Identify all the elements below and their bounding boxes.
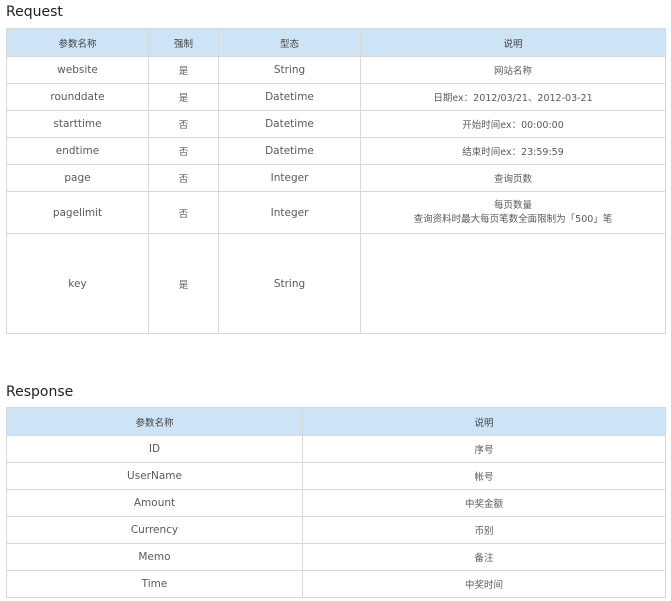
param-name-cell: endtime	[6, 137, 149, 165]
description-cell: 每页数量 查询资料时最大每页笔数全面限制为「500」笔	[360, 191, 666, 234]
description-cell: 结束时间ex：23:59:59	[360, 137, 666, 165]
table-row: starttime 否 Datetime 开始时间ex：00:00:00	[6, 110, 666, 138]
table-row: Memo 备注	[6, 543, 666, 571]
header-description: 说明	[302, 407, 666, 436]
header-param-name: 参数名称	[6, 407, 303, 436]
description-cell: 备注	[302, 543, 666, 571]
table-row: Currency 币别	[6, 516, 666, 544]
param-name-cell: pagelimit	[6, 191, 149, 234]
param-name-cell: rounddate	[6, 83, 149, 111]
required-cell: 否	[148, 110, 219, 138]
description-cell: 帐号	[302, 462, 666, 490]
field-name-cell: UserName	[6, 462, 303, 490]
description-cell: 网站名称	[360, 56, 666, 84]
type-cell: String	[218, 56, 361, 84]
required-cell: 是	[148, 233, 219, 334]
table-row: endtime 否 Datetime 结束时间ex：23:59:59	[6, 137, 666, 165]
description-cell: 中奖时间	[302, 570, 666, 598]
type-cell: Datetime	[218, 137, 361, 165]
param-name-cell: starttime	[6, 110, 149, 138]
type-cell: Datetime	[218, 83, 361, 111]
param-name-cell: website	[6, 56, 149, 84]
request-section-title: Request	[6, 4, 63, 20]
response-fields-table: 参数名称 说明 ID 序号 UserName 帐号 Amount 中奖金额 Cu…	[6, 407, 666, 598]
description-cell	[360, 233, 666, 334]
description-cell: 开始时间ex：00:00:00	[360, 110, 666, 138]
header-description: 说明	[360, 28, 666, 57]
field-name-cell: ID	[6, 435, 303, 463]
table-row: rounddate 是 Datetime 日期ex：2012/03/21、201…	[6, 83, 666, 111]
type-cell: Integer	[218, 164, 361, 192]
response-header-row: 参数名称 说明	[6, 407, 666, 436]
field-name-cell: Amount	[6, 489, 303, 517]
description-cell: 币别	[302, 516, 666, 544]
required-cell: 是	[148, 83, 219, 111]
request-params-table: 参数名称 强制 型态 说明 website 是 String 网站名称 roun…	[6, 28, 666, 334]
param-name-cell: key	[6, 233, 149, 334]
description-line: 每页数量	[493, 199, 532, 211]
table-row: ID 序号	[6, 435, 666, 463]
description-cell: 序号	[302, 435, 666, 463]
description-line: 查询资料时最大每页笔数全面限制为「500」笔	[413, 213, 613, 225]
description-cell: 日期ex：2012/03/21、2012-03-21	[360, 83, 666, 111]
table-row: website 是 String 网站名称	[6, 56, 666, 84]
table-row: UserName 帐号	[6, 462, 666, 490]
header-required: 强制	[148, 28, 219, 57]
type-cell: String	[218, 233, 361, 334]
request-header-row: 参数名称 强制 型态 说明	[6, 28, 666, 57]
description-cell: 中奖金额	[302, 489, 666, 517]
field-name-cell: Time	[6, 570, 303, 598]
response-section-title: Response	[6, 384, 74, 400]
required-cell: 否	[148, 137, 219, 165]
description-cell: 查询页数	[360, 164, 666, 192]
table-row: Amount 中奖金额	[6, 489, 666, 517]
table-row: key 是 String	[6, 233, 666, 334]
header-type: 型态	[218, 28, 361, 57]
required-cell: 是	[148, 56, 219, 84]
required-cell: 否	[148, 164, 219, 192]
field-name-cell: Currency	[6, 516, 303, 544]
header-param-name: 参数名称	[6, 28, 149, 57]
param-name-cell: page	[6, 164, 149, 192]
table-row: pagelimit 否 Integer 每页数量 查询资料时最大每页笔数全面限制…	[6, 191, 666, 234]
type-cell: Datetime	[218, 110, 361, 138]
required-cell: 否	[148, 191, 219, 234]
type-cell: Integer	[218, 191, 361, 234]
table-row: Time 中奖时间	[6, 570, 666, 598]
field-name-cell: Memo	[6, 543, 303, 571]
table-row: page 否 Integer 查询页数	[6, 164, 666, 192]
